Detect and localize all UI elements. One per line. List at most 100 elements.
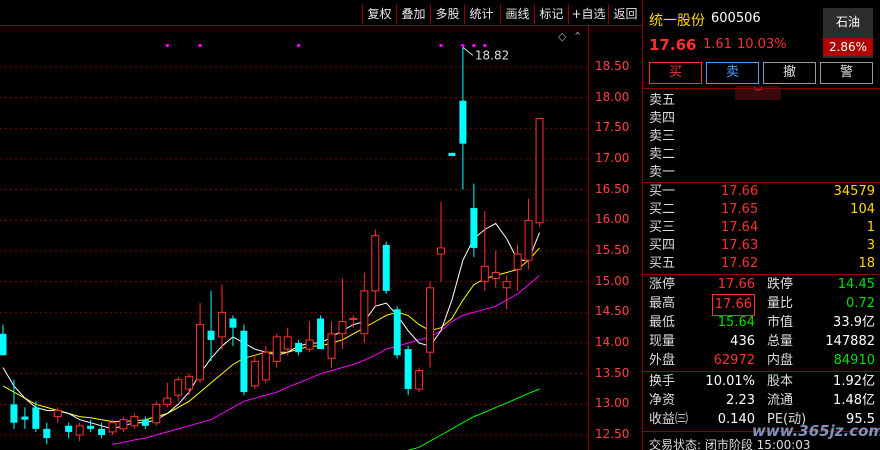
- event-marker: [198, 44, 202, 47]
- candle-body: [53, 409, 62, 418]
- diamond-icon[interactable]: ◇: [558, 30, 567, 43]
- low-label: 最低: [649, 315, 676, 330]
- net-assets-value: 2.23: [726, 393, 755, 408]
- bid-row[interactable]: 买四 17.63 3: [649, 237, 875, 255]
- stat-row: 外盘 62972 内盘 84910: [649, 351, 875, 371]
- candle: [119, 416, 128, 432]
- fuquan-button[interactable]: 复权: [362, 4, 396, 24]
- inner-volume-value: 84910: [833, 353, 875, 368]
- candle: [535, 118, 544, 227]
- limit-down-label: 跌停: [767, 277, 794, 292]
- candle-body: [415, 370, 424, 390]
- event-markers: [165, 44, 487, 47]
- eps-value: 0.140: [717, 412, 755, 427]
- event-marker: [297, 44, 301, 47]
- candlestick-plot[interactable]: 18.82 ◇ ⌃: [0, 26, 588, 450]
- candle: [437, 201, 445, 282]
- share-capital-label: 股本: [767, 374, 794, 389]
- ma20-line: [112, 275, 540, 445]
- bid-row[interactable]: 买一 17.66 34579: [649, 183, 875, 201]
- draw-line-button[interactable]: 画线: [500, 4, 534, 24]
- high-pointer: [462, 46, 474, 56]
- bid-row[interactable]: 买二 17.65 104: [649, 201, 875, 219]
- candle-body: [130, 416, 139, 427]
- limit-up-value: 17.66: [717, 277, 755, 292]
- sector-badge[interactable]: 石油 2.86%: [823, 8, 873, 58]
- candle: [513, 244, 522, 291]
- stock-name: 统一股份: [649, 13, 705, 29]
- event-marker: [472, 44, 476, 47]
- ask-row: 卖四: [649, 110, 875, 128]
- candle-body: [502, 281, 511, 289]
- limit-down-value: 14.45: [837, 277, 875, 292]
- candle-body: [283, 336, 292, 350]
- candle: [415, 367, 424, 393]
- bid-row[interactable]: 买三 17.64 1: [649, 219, 875, 237]
- ask-label: 卖二: [649, 147, 676, 162]
- ask-row: 卖二: [649, 146, 875, 164]
- candle: [371, 229, 380, 307]
- candle: [448, 152, 456, 156]
- candle-body: [305, 339, 314, 350]
- ask-label: 卖四: [649, 111, 676, 126]
- candle: [152, 401, 161, 426]
- candle-body: [75, 425, 84, 436]
- candle: [240, 324, 248, 396]
- candle-body: [141, 419, 149, 426]
- add-watchlist-button[interactable]: +自选: [568, 4, 608, 24]
- price-tick-label: 12.50: [595, 427, 630, 441]
- price-tick-label: 14.50: [595, 304, 630, 319]
- candle: [491, 251, 500, 288]
- current-price: 17.66: [649, 36, 697, 54]
- candle-body: [250, 360, 259, 387]
- candle-body: [448, 152, 456, 156]
- buy-button[interactable]: 买: [649, 62, 702, 84]
- candle-body: [87, 425, 95, 429]
- bid-volume: 1: [866, 220, 875, 235]
- price-tick-label: 15.00: [595, 273, 630, 288]
- sell-button[interactable]: 卖: [706, 62, 759, 84]
- collapse-icon[interactable]: ⌃: [573, 30, 582, 43]
- back-button[interactable]: 返回: [608, 4, 642, 24]
- price-tick-label: 14.00: [595, 335, 630, 349]
- stat-row: 涨停 17.66 跌停 14.45: [649, 275, 875, 295]
- bid-volume: 34579: [833, 184, 875, 199]
- candle-body: [65, 425, 73, 432]
- candles-group: [0, 47, 544, 445]
- divider: [643, 88, 880, 89]
- candle: [317, 315, 325, 350]
- candle: [360, 272, 369, 343]
- candle-body: [21, 416, 29, 420]
- multi-stock-button[interactable]: 多股: [430, 4, 464, 24]
- ask-label: 卖三: [649, 129, 676, 144]
- bid-row[interactable]: 买五 17.62 18: [649, 255, 875, 273]
- candle: [218, 284, 226, 350]
- price-tick-label: 18.00: [595, 89, 630, 104]
- ask-row: 卖五: [649, 92, 875, 110]
- statistics-button[interactable]: 统计: [464, 4, 498, 24]
- candle-body: [382, 244, 390, 291]
- candle-body: [437, 247, 445, 255]
- last-volume-value: 436: [730, 334, 755, 349]
- candle-body: [261, 351, 270, 381]
- mark-button[interactable]: 标记: [534, 4, 568, 24]
- price-tick-label: 13.00: [595, 396, 630, 411]
- event-marker: [461, 44, 465, 47]
- limit-up-label: 涨停: [649, 277, 676, 292]
- alert-button[interactable]: 警: [820, 62, 873, 84]
- candle: [141, 416, 149, 429]
- cancel-order-button[interactable]: 撤: [763, 62, 816, 84]
- candle: [327, 321, 336, 368]
- ma5-line: [2, 222, 540, 430]
- stat-row: 最低 15.64 市值 33.9亿: [649, 313, 875, 333]
- kline-chart-panel[interactable]: 复权 叠加 多股 统计 画线 标记 +自选 返回 18.82 ◇ ⌃ 18.50…: [0, 0, 642, 450]
- candle-body: [152, 403, 161, 424]
- candle: [393, 306, 401, 359]
- candle: [502, 275, 511, 310]
- outer-volume-label: 外盘: [649, 353, 676, 368]
- candle: [75, 422, 84, 442]
- overlay-button[interactable]: 叠加: [396, 4, 430, 24]
- candle-body: [327, 333, 336, 359]
- bid-label: 买三: [649, 220, 676, 235]
- outer-volume-value: 62972: [713, 353, 755, 368]
